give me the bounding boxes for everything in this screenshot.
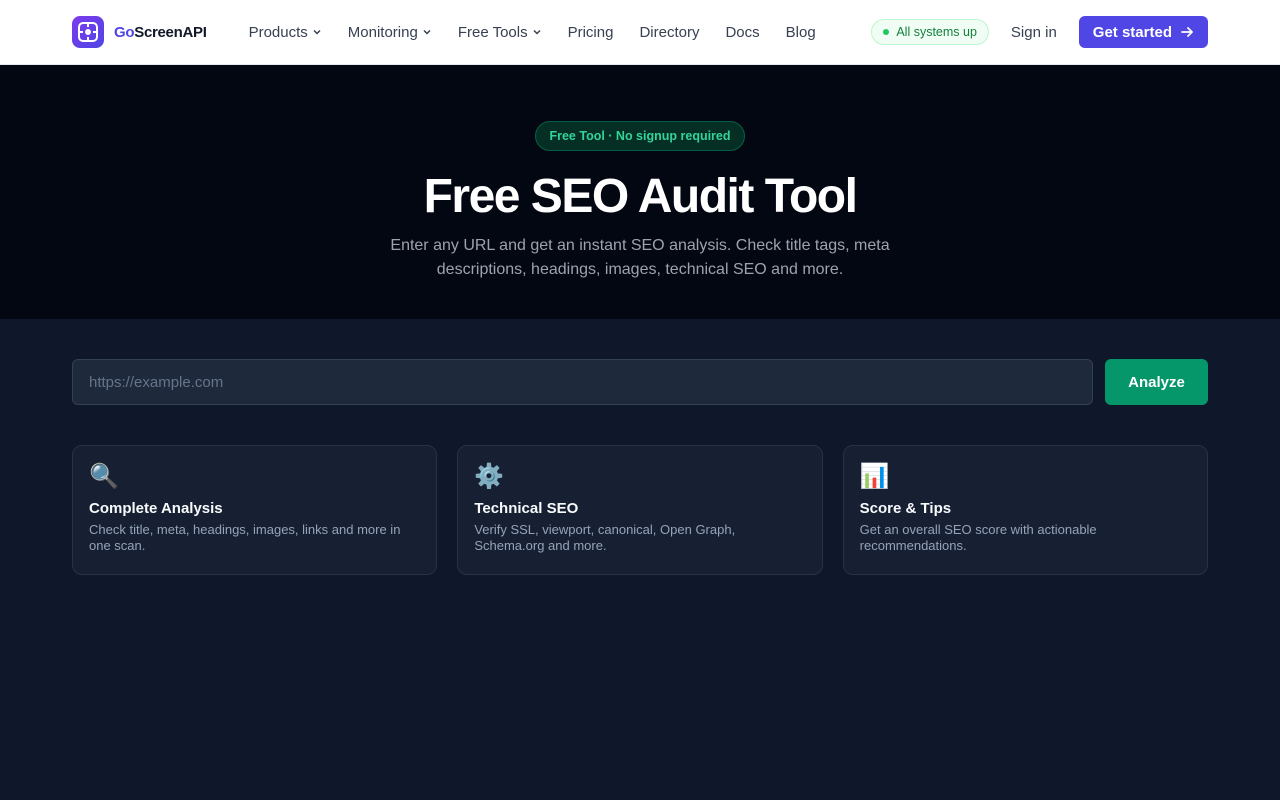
nav-label: Monitoring <box>347 23 418 41</box>
feature-card-technical-seo: ⚙️ Technical SEO Verify SSL, viewport, c… <box>457 445 823 575</box>
nav-directory[interactable]: Directory <box>626 0 712 65</box>
logo-text-suffix: ScreenAPI <box>134 23 207 41</box>
feature-card-score-tips: 📊 Score & Tips Get an overall SEO score … <box>842 445 1208 575</box>
nav-products[interactable]: Products <box>249 0 335 65</box>
chevron-down-icon <box>533 29 541 35</box>
logo-text-prefix: Go <box>114 23 135 41</box>
nav-label: Directory <box>639 23 700 41</box>
nav-docs[interactable]: Docs <box>712 0 772 65</box>
feature-cards: 🔍 Complete Analysis Check title, meta, h… <box>72 445 1208 575</box>
nav-pricing[interactable]: Pricing <box>555 0 627 65</box>
status-dot-icon <box>883 29 890 35</box>
card-title: Score & Tips <box>859 500 952 517</box>
url-input[interactable] <box>72 359 1093 405</box>
url-search-row: Analyze <box>72 359 1208 405</box>
logo-icon <box>72 16 104 48</box>
analyze-button[interactable]: Analyze <box>1105 359 1208 405</box>
status-text: All systems up <box>896 25 977 39</box>
page-title: Free SEO Audit Tool <box>423 170 858 223</box>
chevron-down-icon <box>423 29 431 35</box>
main-nav: Products Monitoring Free Tools Pricing D… <box>249 0 829 65</box>
status-badge[interactable]: All systems up <box>871 19 989 45</box>
gear-icon: ⚙️ <box>474 463 505 490</box>
bar-chart-icon: 📊 <box>859 463 890 490</box>
nav-blog[interactable]: Blog <box>773 0 829 65</box>
chevron-down-icon <box>313 29 321 35</box>
get-started-label: Get started <box>1092 23 1172 41</box>
card-title: Technical SEO <box>474 500 579 517</box>
card-description: Check title, meta, headings, images, lin… <box>89 522 401 553</box>
hero-section: Free Tool · No signup required Free SEO … <box>0 65 1280 319</box>
main-content: Analyze 🔍 Complete Analysis Check title,… <box>0 319 1280 575</box>
get-started-button[interactable]: Get started <box>1078 16 1208 48</box>
card-description: Get an overall SEO score with actionable… <box>859 522 1097 553</box>
free-tool-badge: Free Tool · No signup required <box>535 121 745 151</box>
header-actions: All systems up Sign in Get started <box>871 16 1208 48</box>
card-description: Verify SSL, viewport, canonical, Open Gr… <box>474 522 736 553</box>
logo[interactable]: GoScreenAPI <box>72 16 207 48</box>
nav-label: Blog <box>785 23 816 41</box>
nav-label: Free Tools <box>457 23 528 41</box>
site-header: GoScreenAPI Products Monitoring Free Too… <box>0 0 1280 65</box>
logo-text: GoScreenAPI <box>114 24 207 41</box>
arrow-right-icon <box>1181 27 1193 37</box>
magnifier-icon: 🔍 <box>89 463 119 490</box>
nav-monitoring[interactable]: Monitoring <box>335 0 445 65</box>
nav-free-tools[interactable]: Free Tools <box>445 0 555 65</box>
nav-label: Products <box>248 23 308 41</box>
card-title: Complete Analysis <box>89 500 223 517</box>
nav-label: Docs <box>725 23 760 41</box>
sign-in-link[interactable]: Sign in <box>1011 24 1057 41</box>
hero-subtitle: Enter any URL and get an instant SEO ana… <box>390 236 890 278</box>
feature-card-complete-analysis: 🔍 Complete Analysis Check title, meta, h… <box>72 445 438 575</box>
nav-label: Pricing <box>567 23 614 41</box>
